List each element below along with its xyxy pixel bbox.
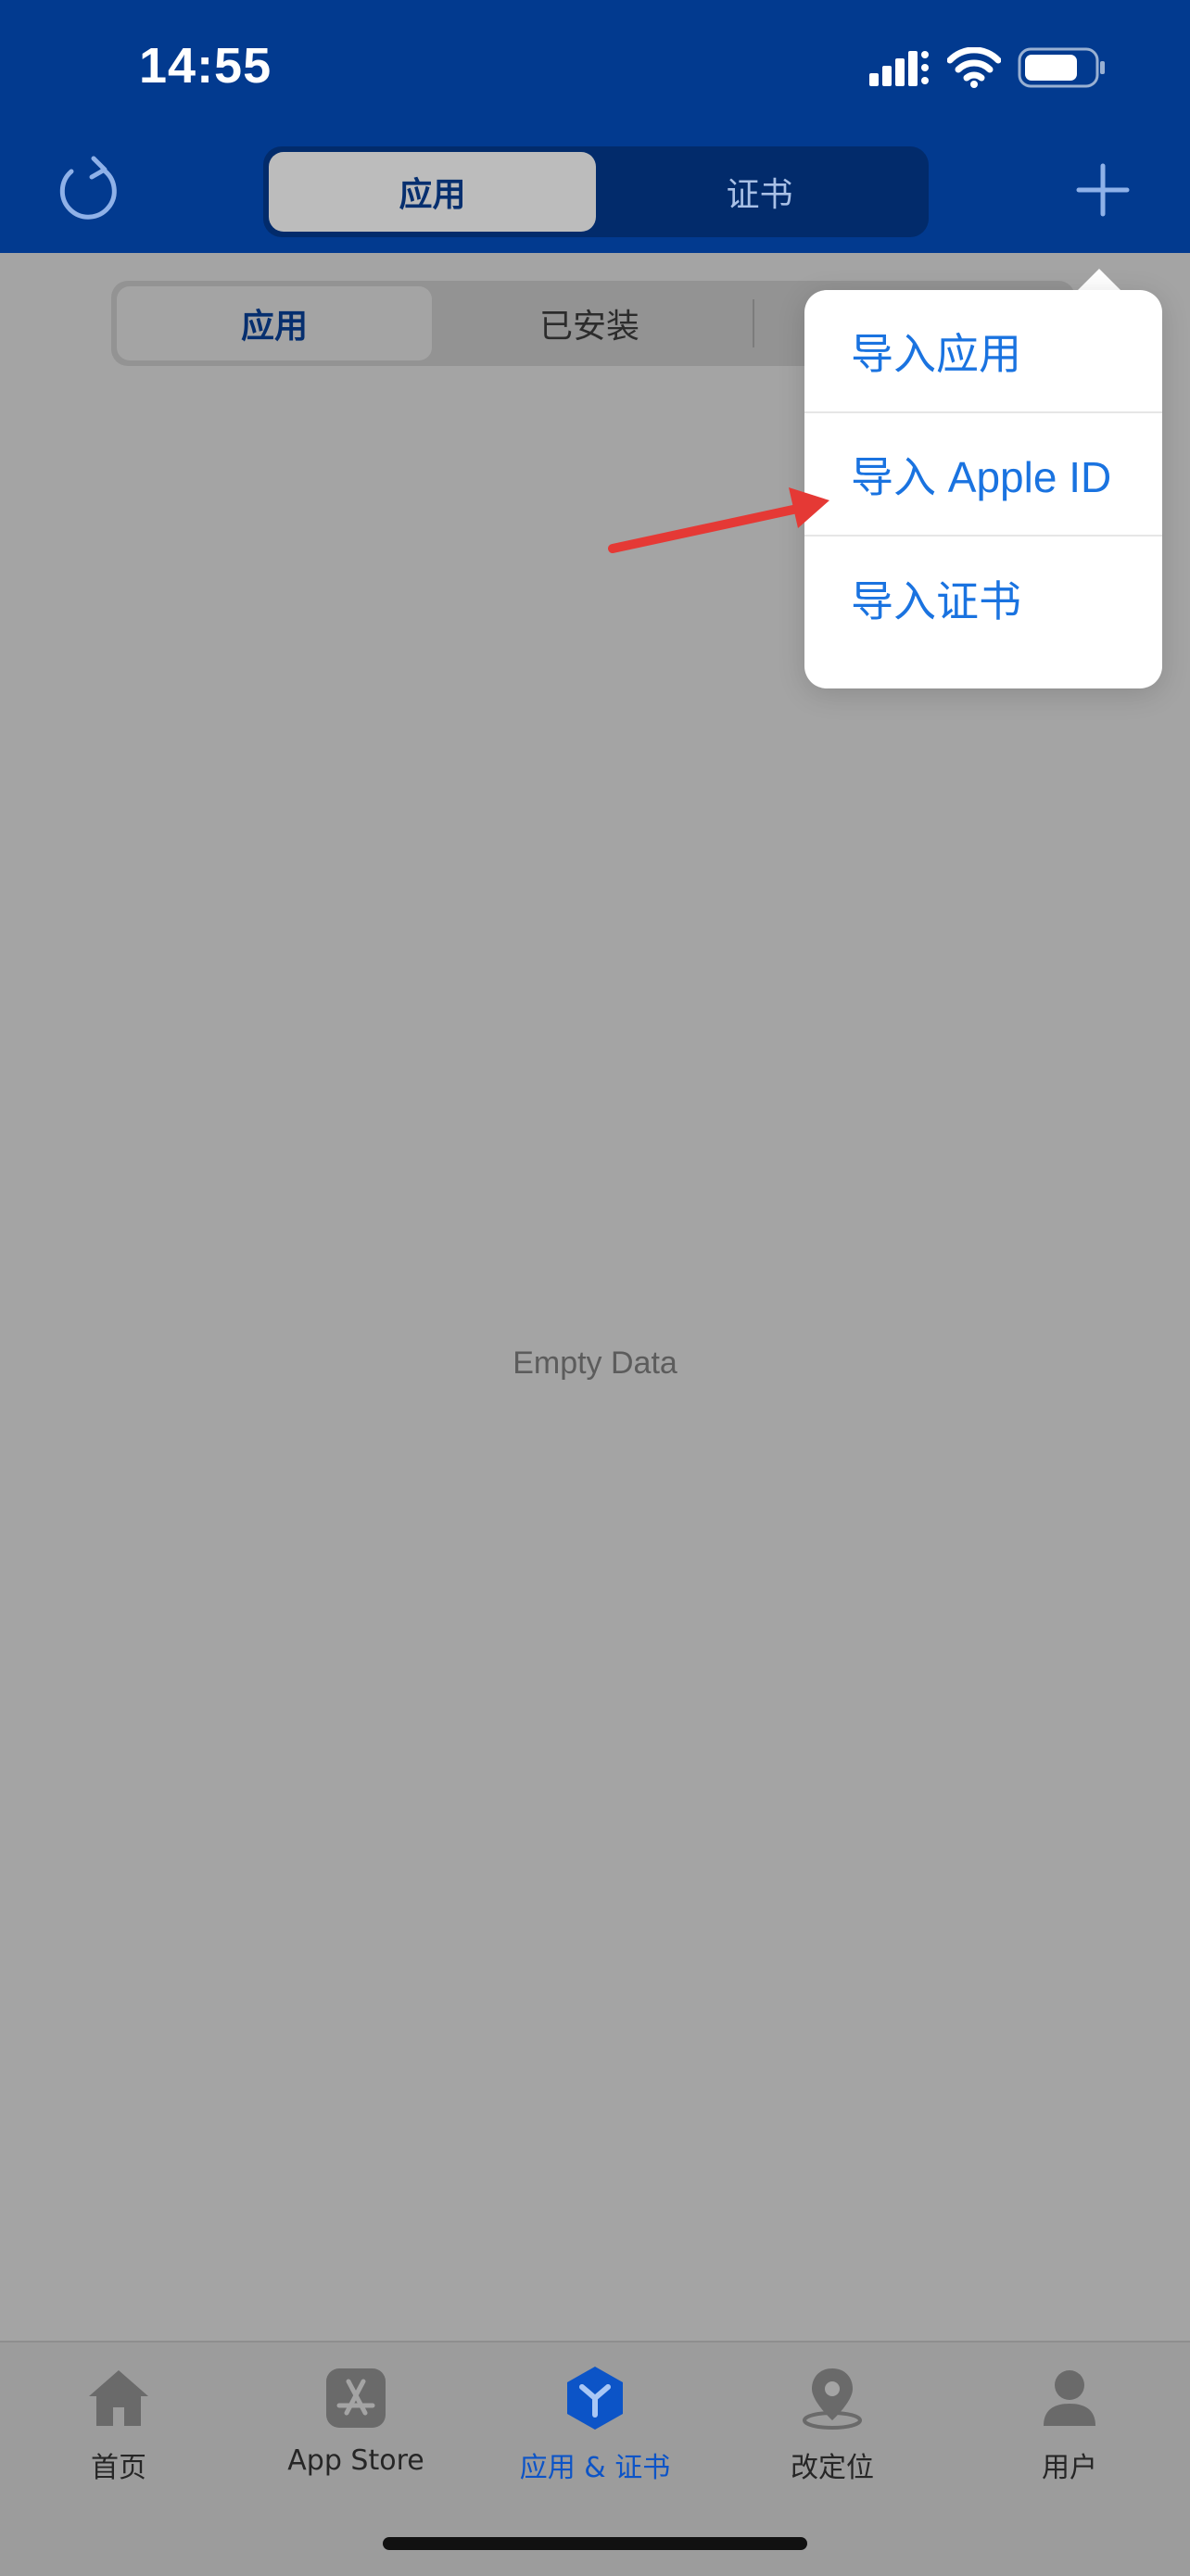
cellular-signal-icon [869,51,929,86]
location-pin-icon [803,2368,862,2430]
subtab-installed[interactable]: 已安装 [432,286,747,360]
home-icon [89,2370,148,2426]
tab-apps[interactable]: 应用 [269,152,596,232]
tabbar-label: 用户 [1042,2452,1097,2484]
menu-import-certificate[interactable]: 导入证书 [804,537,1162,660]
segment-divider [753,299,754,347]
refresh-icon[interactable] [51,153,125,227]
apps-certificates-icon [567,2367,623,2430]
subtab-apps[interactable]: 应用 [117,286,432,360]
navigation-header: 14:55 应用 证书 [0,0,1190,253]
status-icons [869,46,1107,89]
tabbar-item-home[interactable]: 首页 [17,2365,221,2485]
tab-certificates[interactable]: 证书 [596,152,923,232]
tabbar-item-apps-certificates[interactable]: 应用 & 证书 [493,2365,697,2485]
status-time: 14:55 [139,38,272,94]
tabbar-label: 应用 & 证书 [519,2452,671,2484]
menu-import-app[interactable]: 导入应用 [804,290,1162,413]
menu-import-apple-id[interactable]: 导入 Apple ID [804,413,1162,537]
app-store-icon [326,2368,386,2428]
add-popover-menu: 导入应用 导入 Apple ID 导入证书 [804,290,1162,688]
tabbar-item-location[interactable]: 改定位 [730,2365,934,2485]
home-indicator[interactable] [383,2537,807,2550]
wifi-icon [947,47,1001,88]
tabbar-label: 首页 [91,2452,146,2484]
empty-state-text: Empty Data [513,1345,677,1381]
top-segmented-control: 应用 证书 [263,146,929,237]
annotation-arrow-icon [608,487,829,553]
tabbar-label: App Store [287,2444,424,2477]
tabbar-item-app-store[interactable]: App Store [254,2365,458,2477]
plus-icon[interactable] [1075,162,1131,218]
tabbar-label: 改定位 [791,2452,874,2484]
battery-icon [1018,47,1105,88]
user-icon [1044,2370,1095,2426]
tabbar-item-user[interactable]: 用户 [968,2365,1171,2485]
